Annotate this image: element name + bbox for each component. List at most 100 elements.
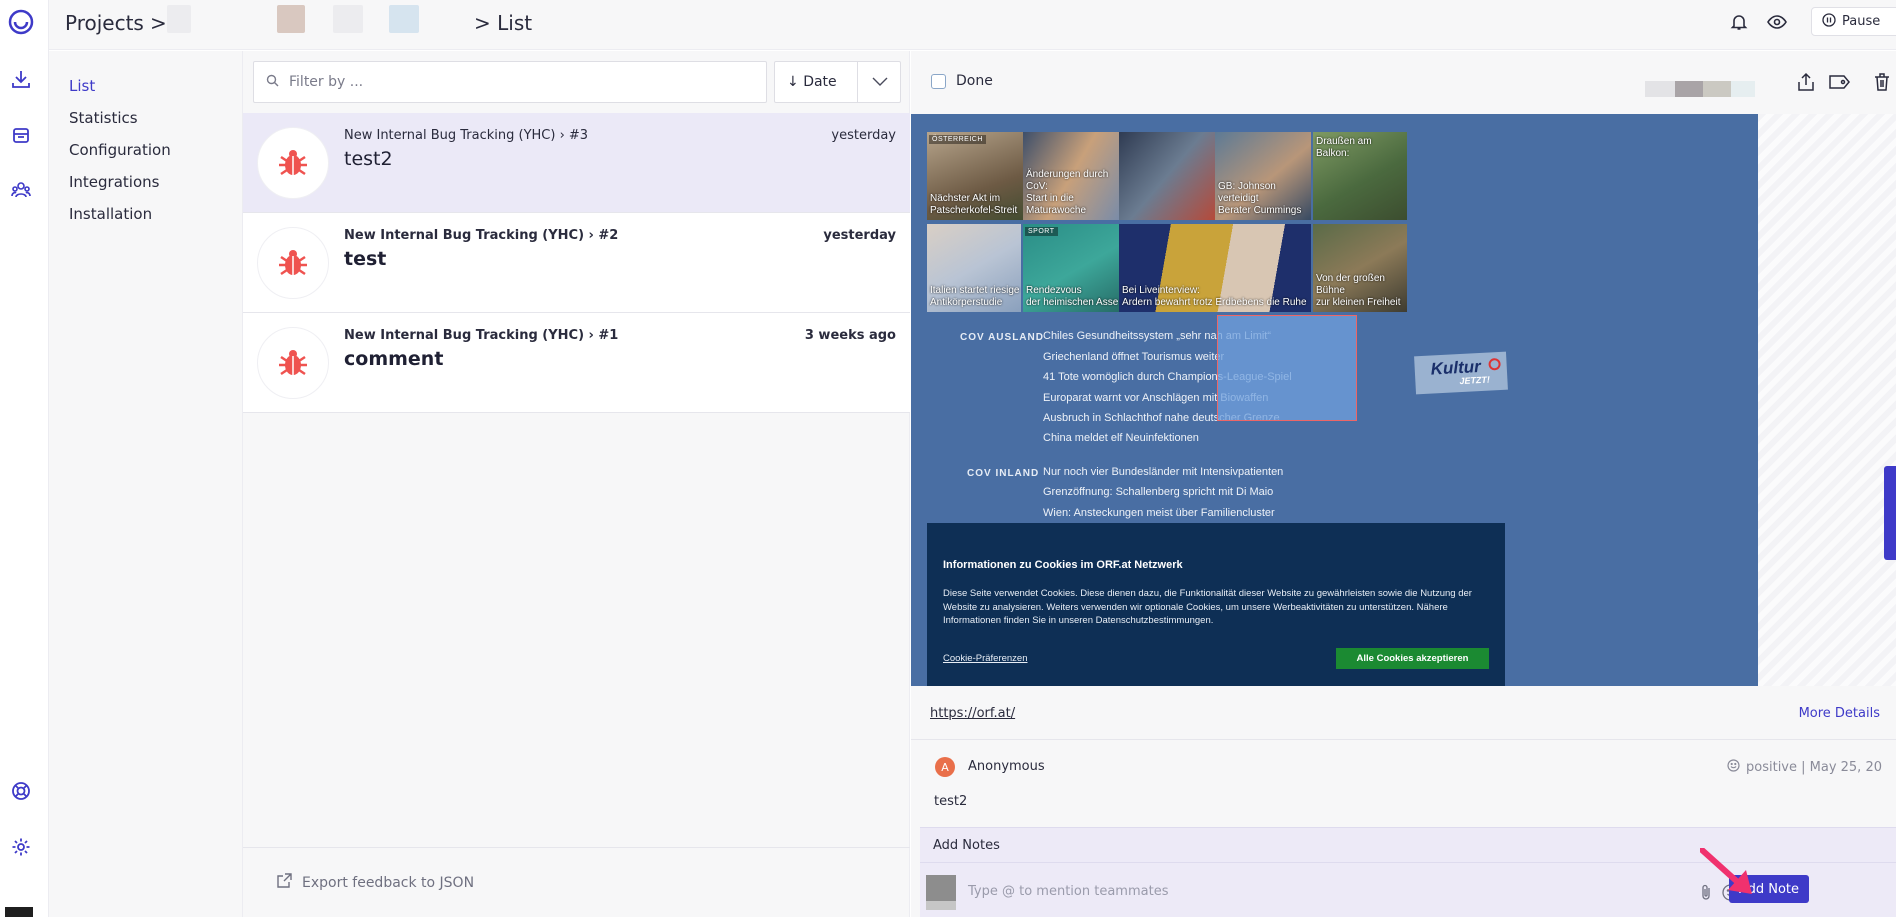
comment-meta-text: positive | May 25, 20 — [1746, 760, 1882, 775]
sort-label: Date — [803, 74, 837, 90]
gear-icon[interactable] — [10, 836, 32, 858]
item-time: yesterday — [823, 228, 896, 243]
sub-navigation: List Statistics Configuration Integratio… — [49, 51, 243, 917]
subnav-item-list[interactable]: List — [69, 77, 95, 95]
bug-icon — [257, 227, 329, 299]
feedback-item[interactable]: New Internal Bug Tracking (YHC) › #1 com… — [243, 313, 910, 413]
item-project: New Internal Bug Tracking (YHC) › #1 — [344, 328, 619, 343]
item-time: yesterday — [831, 128, 896, 143]
feedback-item[interactable]: New Internal Bug Tracking (YHC) › #2 tes… — [243, 213, 910, 313]
news-tile: Änderungen durch CoV: Start in die Matur… — [1023, 132, 1119, 220]
cookie-body: Diese Seite verwendet Cookies. Diese die… — [943, 588, 1472, 626]
feedback-side-tab[interactable] — [1884, 466, 1896, 560]
sentiment-icon — [1727, 759, 1740, 776]
website-capture: ÖSTERREICH Nächster Akt im Patscherkofel… — [927, 114, 1508, 686]
subnav-item-integrations[interactable]: Integrations — [69, 173, 159, 191]
bell-icon[interactable] — [1729, 12, 1749, 32]
feedback-item[interactable]: New Internal Bug Tracking (YHC) › #3 tes… — [243, 113, 910, 213]
item-time: 3 weeks ago — [804, 328, 896, 343]
breadcrumb-chevron: > — [150, 11, 167, 35]
accept-cookies-button: Alle Cookies akzeptieren — [1336, 648, 1489, 669]
news-headline: Griechenland öffnet Tourismus weiter — [1043, 351, 1225, 363]
screenshot-image: ÖSTERREICH Nächster Akt im Patscherkofel… — [911, 114, 1758, 686]
screenshot-padding — [1758, 114, 1896, 686]
blurred-crumb — [333, 5, 363, 33]
trash-icon[interactable] — [1871, 71, 1893, 93]
breadcrumb-projects[interactable]: Projects — [65, 11, 144, 35]
cookie-title: Informationen zu Cookies im ORF.at Netzw… — [943, 559, 1183, 571]
comment-text: test2 — [934, 794, 968, 809]
news-headline: Nur noch vier Bundesländer mit Intensivp… — [1043, 466, 1284, 478]
blurred-thumbnails — [1645, 81, 1755, 97]
bug-icon — [257, 327, 329, 399]
search-icon — [266, 74, 279, 91]
chevron-down-icon[interactable] — [871, 72, 889, 94]
app-rail — [0, 0, 49, 917]
eye-icon[interactable] — [1767, 12, 1787, 32]
done-toggle[interactable]: Done — [931, 73, 993, 89]
news-tile: Von der großen Bühne zur kleinen Freihei… — [1313, 224, 1407, 312]
news-headline: Wien: Ansteckungen meist über Familiencl… — [1043, 507, 1275, 519]
page-url-link[interactable]: https://orf.at/ — [930, 706, 1015, 721]
subnav-item-installation[interactable]: Installation — [69, 205, 152, 223]
sort-date-button[interactable]: ↓ Date — [787, 74, 837, 90]
blurred-crumb — [389, 5, 419, 33]
filter-placeholder: Filter by ... — [289, 74, 364, 90]
top-bar: Projects > > List Pause — [49, 0, 1896, 50]
author-name: Anonymous — [968, 759, 1045, 774]
feedback-screenshot[interactable]: ÖSTERREICH Nächster Akt im Patscherkofel… — [911, 114, 1896, 686]
blurred-crumb — [277, 5, 305, 33]
pointer-arrow-icon — [1700, 848, 1752, 894]
feedback-comment: A Anonymous positive | May 25, 20 test2 — [911, 741, 1896, 826]
inbox-icon[interactable] — [10, 124, 32, 146]
done-label: Done — [956, 73, 993, 89]
news-tile — [1119, 132, 1215, 220]
news-headline: Grenzöffnung: Schallenberg spricht mit D… — [1043, 486, 1274, 498]
share-icon[interactable] — [1795, 71, 1817, 93]
breadcrumb-list: > List — [474, 11, 533, 35]
feedback-list-panel: Filter by ... ↓ Date New Internal Bug Tr… — [243, 51, 910, 917]
subnav-item-statistics[interactable]: Statistics — [69, 109, 138, 127]
notes-input[interactable]: Type @ to mention teammates — [968, 884, 1168, 899]
filter-input[interactable]: Filter by ... — [253, 61, 767, 103]
cookie-banner: Informationen zu Cookies im ORF.at Netzw… — [927, 523, 1505, 686]
item-title: test2 — [344, 148, 393, 170]
kultur-banner: Kultur JETZT! — [1414, 351, 1508, 395]
pause-button[interactable]: Pause — [1811, 7, 1896, 36]
help-icon[interactable] — [10, 780, 32, 802]
sort-control[interactable]: ↓ Date — [774, 61, 901, 103]
news-tile: Bei Liveinterview: Ardern bewahrt trotz … — [1119, 224, 1311, 312]
pause-icon — [1822, 12, 1836, 31]
export-json-button[interactable]: Export feedback to JSON — [243, 847, 910, 917]
sort-down-icon: ↓ — [787, 74, 799, 90]
current-user-avatar — [926, 875, 956, 910]
section-label: COV AUSLAND — [960, 332, 1044, 343]
download-icon[interactable] — [10, 68, 32, 90]
user-avatar[interactable] — [5, 907, 33, 917]
news-tile: GB: Johnson verteidigt Berater Cummings — [1215, 132, 1311, 220]
news-tile: Italien startet riesige Antikörperstudie — [927, 224, 1021, 312]
export-label: Export feedback to JSON — [302, 874, 475, 891]
cookie-preferences-link: Cookie-Präferenzen — [943, 653, 1028, 664]
subnav-item-configuration[interactable]: Configuration — [69, 141, 171, 159]
more-details-link[interactable]: More Details — [1799, 706, 1880, 721]
sort-divider — [857, 62, 858, 102]
author-avatar: A — [935, 757, 955, 777]
feedback-detail-panel: Done ÖSTERREICH Nächster Akt im Patscher… — [911, 51, 1896, 917]
comment-meta: positive | May 25, 20 — [1727, 759, 1882, 776]
tag-icon[interactable] — [1829, 71, 1851, 93]
item-project: New Internal Bug Tracking (YHC) › #3 — [344, 128, 589, 143]
logo-icon[interactable] — [8, 9, 34, 35]
news-tile: Draußen am Balkon: — [1313, 132, 1407, 220]
item-title: comment — [344, 348, 444, 370]
news-headline: China meldet elf Neuinfektionen — [1043, 432, 1199, 444]
tab-add-notes[interactable]: Add Notes — [933, 838, 1000, 853]
pause-label: Pause — [1842, 14, 1881, 29]
team-icon[interactable] — [10, 179, 32, 201]
bug-icon — [257, 127, 329, 199]
export-icon — [277, 873, 292, 892]
item-project: New Internal Bug Tracking (YHC) › #2 — [344, 228, 619, 243]
done-checkbox[interactable] — [931, 73, 946, 89]
section-label: COV INLAND — [967, 468, 1040, 479]
url-row: https://orf.at/ More Details — [911, 686, 1896, 740]
